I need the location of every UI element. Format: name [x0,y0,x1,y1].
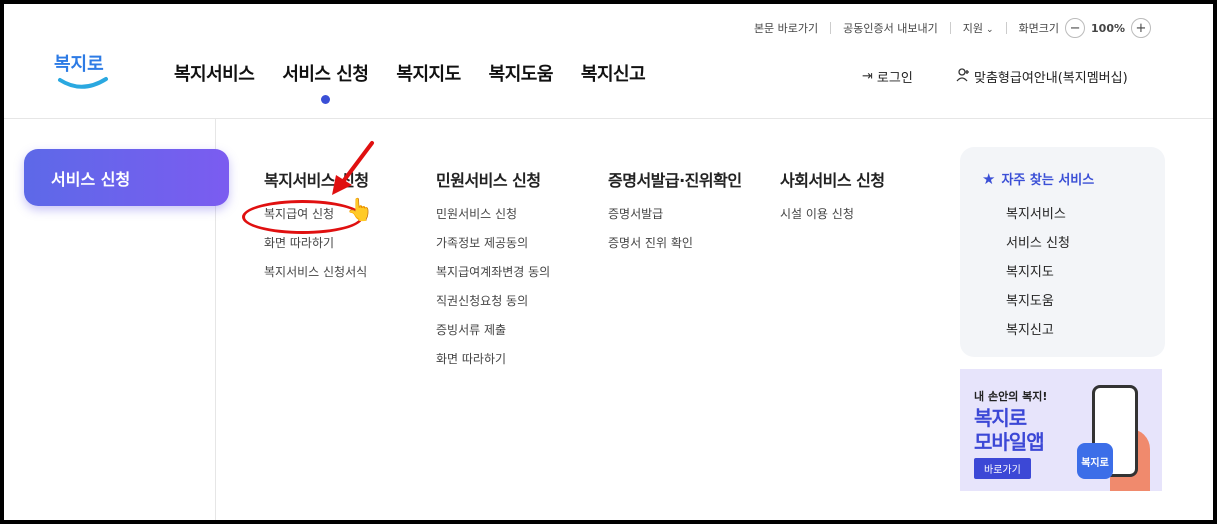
column-heading[interactable]: 사회서비스 신청 [780,167,885,191]
column-heading[interactable]: 민원서비스 신청 [436,167,550,191]
zoom-out-button[interactable]: − [1065,18,1086,38]
nav-welfare-help[interactable]: 복지도움 [489,60,554,86]
banner-title-line1: 복지로 [974,406,1027,430]
menu-item[interactable]: 증명서 진위 확인 [608,236,742,265]
star-icon: ★ [982,169,996,188]
favorites-box: ★ 자주 찾는 서비스 복지서비스 서비스 신청 복지지도 복지도움 복지신고 [960,147,1165,357]
membership-label: 맞춤형급여안내(복지멤버십) [974,71,1128,86]
menu-column-certificate: 증명서발급·진위확인 증명서발급 증명서 진위 확인 [608,167,742,265]
menu-item[interactable]: 증명서발급 [608,207,742,236]
user-plus-icon [956,67,970,86]
menu-column-civil-apply: 민원서비스 신청 민원서비스 신청 가족정보 제공동의 복지급여계좌변경 동의 … [436,167,550,381]
screen-size-label: 화면크기 [1018,22,1060,35]
support-dropdown[interactable]: 지원 ⌄ [963,20,994,36]
banner-title: 복지로 모바일앱 [974,406,1045,454]
main-nav: 복지서비스 서비스 신청 복지지도 복지도움 복지신고 [174,60,673,104]
favorites-list: 복지서비스 서비스 신청 복지지도 복지도움 복지신고 [1006,203,1070,348]
menu-item-forms[interactable]: 복지서비스 신청서식 [264,265,369,294]
menu-item[interactable]: 민원서비스 신청 [436,207,550,236]
divider [830,22,832,34]
banner-tagline: 내 손안의 복지! [974,390,1048,403]
banner-go-button[interactable]: 바로가기 [974,458,1031,479]
login-icon: ⇥ [862,69,873,84]
favorite-item[interactable]: 복지신고 [1006,319,1070,348]
favorite-item[interactable]: 복지서비스 [1006,203,1070,232]
section-title-pill[interactable]: 서비스 신청 [24,149,229,206]
nav-welfare-service[interactable]: 복지서비스 [174,60,255,86]
zoom-in-button[interactable]: + [1131,18,1151,38]
favorite-item[interactable]: 서비스 신청 [1006,232,1070,261]
screen-size-control: 화면크기 − 100% + [1019,18,1157,38]
utility-bar: 본문 바로가기 공동인증서 내보내기 지원 ⌄ 화면크기 − 100% + [754,18,1157,38]
favorite-item[interactable]: 복지지도 [1006,261,1070,290]
menu-item[interactable]: 시설 이용 신청 [780,207,885,236]
menu-column-social-service: 사회서비스 신청 시설 이용 신청 [780,167,885,236]
login-link[interactable]: ⇥ 로그인 [862,67,913,86]
logo-wordmark: 복지로 [54,54,104,75]
page-frame: 본문 바로가기 공동인증서 내보내기 지원 ⌄ 화면크기 − 100% + 복지로… [0,0,1217,524]
favorites-title: 자주 찾는 서비스 [1001,173,1095,188]
menu-item[interactable]: 증빙서류 제출 [436,323,550,352]
banner-title-line2: 모바일앱 [974,430,1045,454]
annotation-circle [242,200,363,234]
menu-item[interactable]: 직권신청요청 동의 [436,294,550,323]
chevron-down-icon: ⌄ [985,25,994,35]
skip-to-content-link[interactable]: 본문 바로가기 [754,20,818,36]
support-label: 지원 [962,22,983,35]
menu-item[interactable]: 복지급여계좌변경 동의 [436,265,550,294]
logo-icon: 복지로 [54,54,108,89]
divider [949,22,951,34]
menu-item[interactable]: 가족정보 제공동의 [436,236,550,265]
favorite-item[interactable]: 복지도움 [1006,290,1070,319]
membership-link[interactable]: 맞춤형급여안내(복지멤버십) [956,67,1128,86]
divider [1005,22,1007,34]
menu-item-tutorial[interactable]: 화면 따라하기 [264,236,369,265]
mobile-app-banner[interactable]: 내 손안의 복지! 복지로 모바일앱 바로가기 복지로 [960,369,1162,491]
nav-welfare-report[interactable]: 복지신고 [581,60,646,86]
menu-item[interactable]: 화면 따라하기 [436,352,550,381]
app-icon: 복지로 [1077,443,1113,479]
cert-export-link[interactable]: 공동인증서 내보내기 [843,20,938,36]
nav-service-apply[interactable]: 서비스 신청 [282,60,369,104]
favorites-heading: ★ 자주 찾는 서비스 [982,169,1095,189]
annotation-arrow-icon [332,141,374,195]
site-logo[interactable]: 복지로 [52,46,112,96]
zoom-value: 100% [1091,21,1125,35]
nav-welfare-map[interactable]: 복지지도 [396,60,461,86]
pointing-hand-icon: 👆 [346,198,374,223]
login-label: 로그인 [876,71,913,86]
left-panel: 서비스 신청 [4,119,229,520]
column-heading[interactable]: 증명서발급·진위확인 [608,167,742,191]
